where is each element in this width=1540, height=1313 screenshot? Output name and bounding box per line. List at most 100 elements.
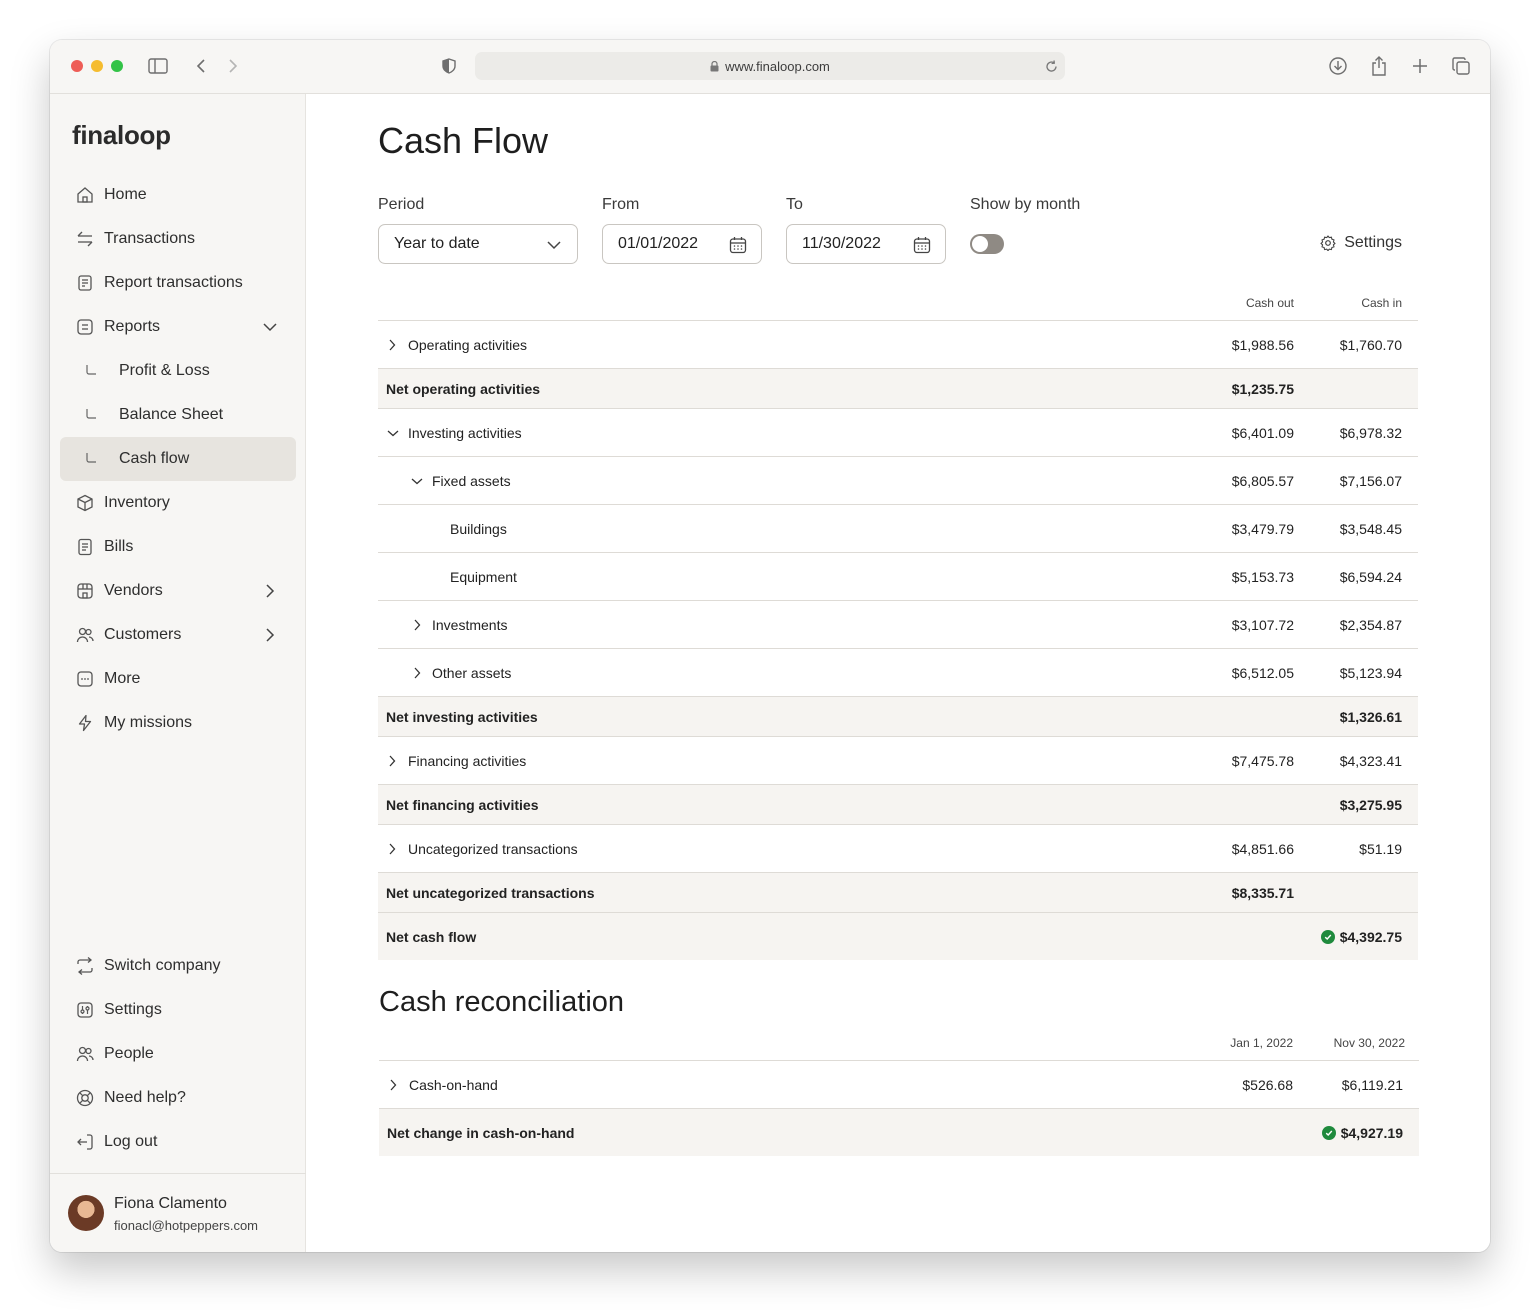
sidebar-item-people[interactable]: People (60, 1033, 296, 1075)
avatar[interactable] (68, 1195, 104, 1231)
chevron-right-icon[interactable] (262, 627, 278, 643)
chevron-down-icon (545, 236, 563, 254)
browser-toolbar: www.finaloop.com (50, 40, 1490, 94)
sidebar-toggle-icon[interactable] (146, 54, 170, 78)
table-row[interactable]: Fixed assets $6,805.57 $7,156.07 (378, 456, 1418, 504)
sidebar-item-switch-company[interactable]: Switch company (60, 945, 296, 987)
sidebar-item-settings[interactable]: Settings (60, 989, 296, 1031)
sidebar-item-label: Customers (104, 626, 182, 643)
calendar-icon[interactable] (729, 236, 747, 254)
col-header-end-date: Nov 30, 2022 (1333, 1036, 1405, 1050)
table-row[interactable]: Investments $3,107.72 $2,354.87 (378, 600, 1418, 648)
table-row[interactable]: Buildings $3,479.79 $3,548.45 (378, 504, 1418, 552)
chevron-right-icon[interactable] (413, 601, 421, 648)
sidebar-item-reports[interactable]: Reports (60, 306, 296, 348)
chevron-down-icon[interactable] (387, 409, 399, 456)
sidebar-item-report-transactions[interactable]: Report transactions (60, 262, 296, 304)
table-row[interactable]: Operating activities $1,988.56 $1,760.70 (378, 320, 1418, 368)
settings-button[interactable]: Settings (1320, 234, 1402, 252)
cash-out-value: $6,512.05 (1231, 664, 1294, 681)
row-label: Other assets (432, 664, 512, 681)
chevron-right-icon[interactable] (389, 1061, 397, 1108)
table-row-total: Net uncategorized transactions $8,335.71 (378, 872, 1418, 912)
users-icon (76, 626, 94, 644)
close-window-button[interactable] (71, 60, 83, 72)
new-tab-icon[interactable] (1408, 54, 1432, 78)
sidebar-item-vendors[interactable]: Vendors (60, 570, 296, 612)
cashflow-table: Cash out Cash in Operating activities $1… (378, 292, 1418, 960)
sidebar-item-balance-sheet[interactable]: Balance Sheet (60, 394, 296, 436)
sidebar-item-bills[interactable]: Bills (60, 526, 296, 568)
row-label: Equipment (450, 568, 517, 585)
table-row[interactable]: Financing activities $7,475.78 $4,323.41 (378, 736, 1418, 784)
table-row[interactable]: Cash-on-hand $526.68 $6,119.21 (379, 1060, 1419, 1108)
switch-arrows-icon (76, 957, 94, 975)
cash-in-value-with-check: $4,392.75 (1320, 913, 1402, 960)
sidebar-item-label: Report transactions (104, 274, 243, 291)
sidebar-item-more[interactable]: More (60, 658, 296, 700)
show-by-month-toggle[interactable] (970, 234, 1004, 254)
bill-icon (76, 538, 94, 556)
sidebar-item-home[interactable]: Home (60, 174, 296, 216)
table-row[interactable]: Investing activities $6,401.09 $6,978.32 (378, 408, 1418, 456)
table-row[interactable]: Equipment $5,153.73 $6,594.24 (378, 552, 1418, 600)
forward-icon[interactable] (221, 54, 245, 78)
table-row[interactable]: Other assets $6,512.05 $5,123.94 (378, 648, 1418, 696)
zoom-window-button[interactable] (111, 60, 123, 72)
cash-out-value: $3,107.72 (1231, 616, 1294, 633)
chevron-right-icon[interactable] (262, 583, 278, 599)
calendar-icon[interactable] (913, 236, 931, 254)
privacy-shield-icon[interactable] (437, 54, 461, 78)
cash-out-value: $1,988.56 (1231, 336, 1294, 353)
from-label: From (602, 196, 640, 213)
sidebar-item-log-out[interactable]: Log out (60, 1121, 296, 1163)
chevron-down-icon[interactable] (262, 319, 278, 335)
sidebar-item-my-missions[interactable]: My missions (60, 702, 296, 744)
sidebar-item-label: Log out (104, 1133, 158, 1150)
cash-out-value: $3,479.79 (1231, 520, 1294, 537)
download-icon[interactable] (1326, 54, 1350, 78)
chevron-right-icon[interactable] (388, 825, 396, 872)
chevron-right-icon[interactable] (413, 649, 421, 696)
sidebar-item-label: People (104, 1045, 154, 1062)
sidebar-item-transactions[interactable]: Transactions (60, 218, 296, 260)
net-change-value: $4,927.19 (1340, 1124, 1403, 1141)
check-circle-icon (1320, 929, 1335, 944)
to-date-value: 11/30/2022 (802, 235, 881, 252)
cash-out-value: $5,153.73 (1231, 568, 1294, 585)
from-date-input[interactable]: 01/01/2022 (602, 224, 762, 264)
chevron-right-icon[interactable] (388, 737, 396, 784)
back-icon[interactable] (189, 54, 213, 78)
sidebar-item-cash-flow[interactable]: Cash flow (60, 437, 296, 481)
row-label: Cash-on-hand (409, 1076, 498, 1093)
cash-in-value: $1,760.70 (1339, 336, 1402, 353)
sidebar-item-profit-loss[interactable]: Profit & Loss (60, 350, 296, 392)
net-cash-flow-value: $4,392.75 (1339, 928, 1402, 945)
to-date-input[interactable]: 11/30/2022 (786, 224, 946, 264)
cash-in-value: $5,123.94 (1339, 664, 1402, 681)
share-icon[interactable] (1367, 54, 1391, 78)
minimize-window-button[interactable] (91, 60, 103, 72)
chevron-down-icon[interactable] (411, 457, 423, 504)
sidebar-item-label: Vendors (104, 582, 163, 599)
end-value-with-check: $4,927.19 (1321, 1109, 1403, 1156)
row-label: Buildings (450, 520, 507, 537)
sidebar: finaloop Home Transactions Report transa… (50, 94, 306, 1252)
sidebar-item-inventory[interactable]: Inventory (60, 482, 296, 524)
reload-icon[interactable] (1043, 58, 1059, 74)
chevron-right-icon[interactable] (388, 321, 396, 368)
period-select[interactable]: Year to date (378, 224, 578, 264)
sidebar-item-need-help[interactable]: Need help? (60, 1077, 296, 1119)
gear-icon (1320, 235, 1336, 251)
period-value: Year to date (394, 235, 480, 252)
table-row[interactable]: Uncategorized transactions $4,851.66 $51… (378, 824, 1418, 872)
tab-overview-icon[interactable] (1449, 54, 1473, 78)
sidebar-item-customers[interactable]: Customers (60, 614, 296, 656)
finaloop-logo[interactable]: finaloop (72, 120, 171, 151)
table-header: Cash out Cash in (378, 292, 1418, 320)
address-bar[interactable]: www.finaloop.com (475, 52, 1065, 80)
cash-out-value: $4,851.66 (1231, 840, 1294, 857)
row-label: Net cash flow (386, 928, 477, 945)
store-icon (76, 582, 94, 600)
sidebar-item-label: Bills (104, 538, 134, 555)
